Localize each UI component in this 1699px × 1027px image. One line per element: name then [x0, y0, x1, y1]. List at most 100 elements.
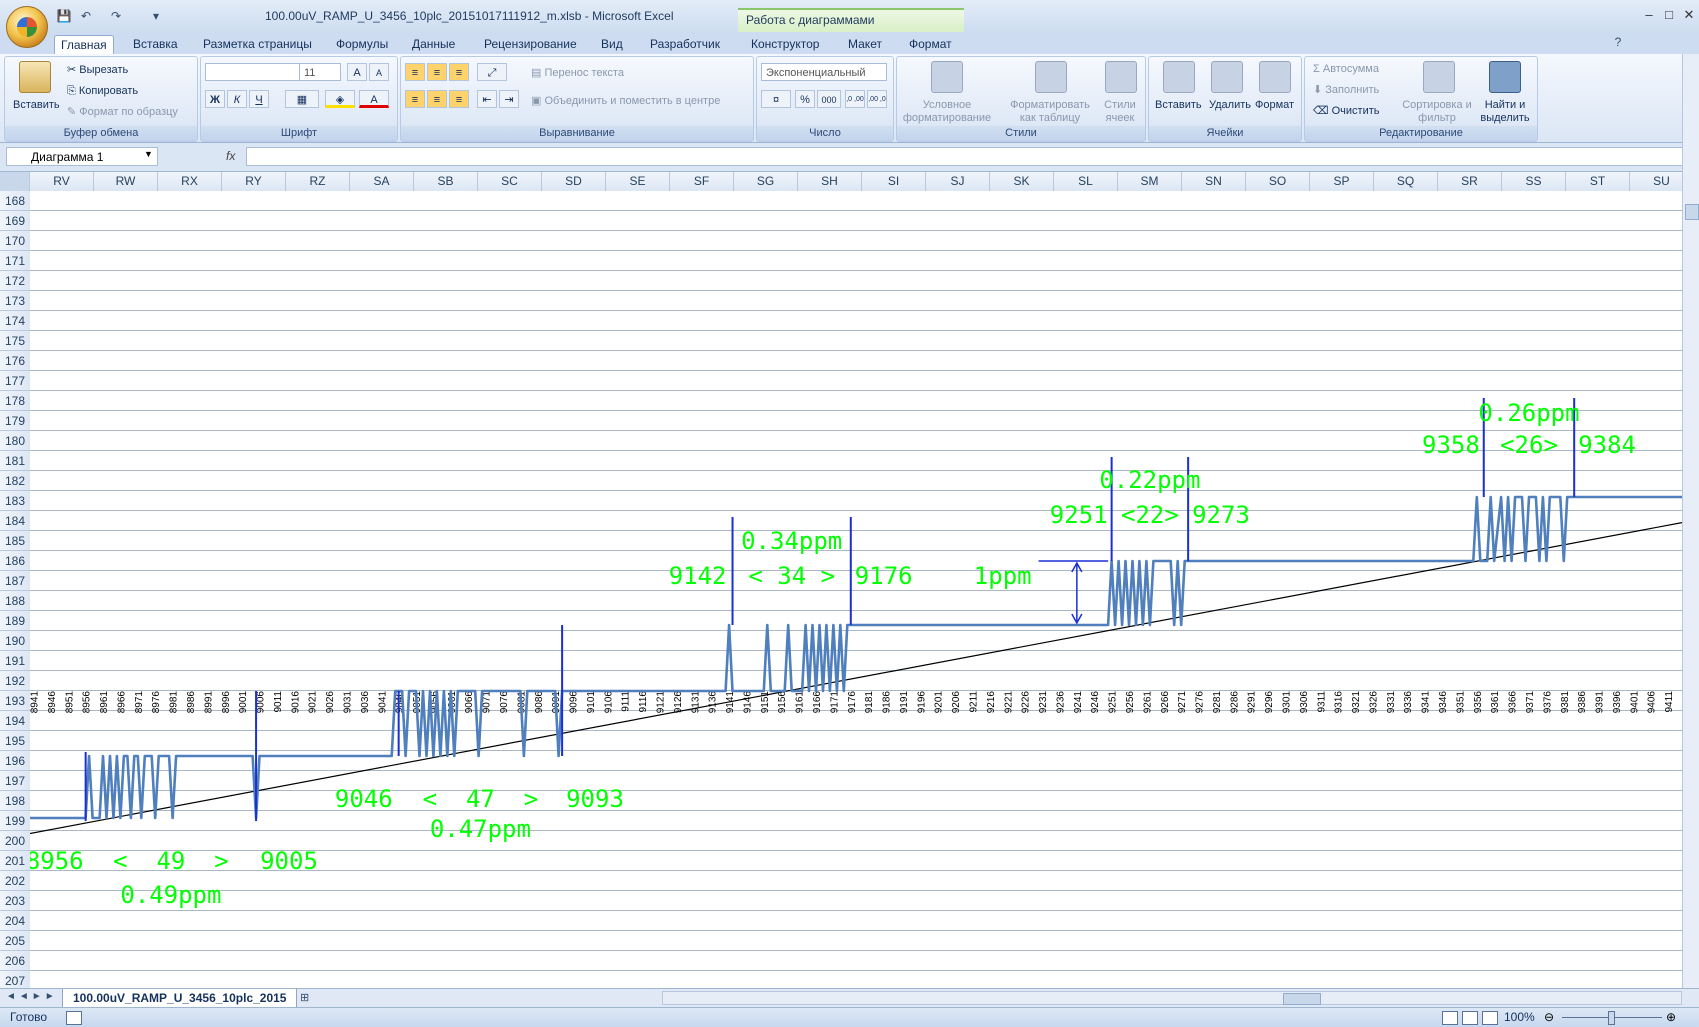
- font-color-button[interactable]: A: [359, 90, 389, 108]
- italic-button[interactable]: К: [227, 90, 247, 108]
- cut-button[interactable]: ✂ Вырезать: [67, 64, 128, 77]
- column-header-sr[interactable]: SR: [1438, 172, 1502, 191]
- row-header-176[interactable]: 176: [0, 351, 30, 371]
- row-header-168[interactable]: 168: [0, 191, 30, 211]
- fx-icon[interactable]: fx: [226, 149, 235, 163]
- sheet-nav-arrows[interactable]: ◄◄►►: [6, 991, 58, 1002]
- row-header-201[interactable]: 201: [0, 851, 30, 871]
- macro-record-icon[interactable]: [66, 1011, 82, 1025]
- tab-insert[interactable]: Вставка: [127, 35, 184, 54]
- zoom-out-icon[interactable]: ⊖: [1544, 1010, 1554, 1024]
- horizontal-scroll-thumb[interactable]: [1283, 993, 1321, 1005]
- tab-data[interactable]: Данные: [406, 35, 461, 54]
- format-as-table-button[interactable]: Форматировать как таблицу: [1007, 99, 1093, 125]
- align-right-button[interactable]: ≡: [449, 90, 469, 108]
- column-header-sg[interactable]: SG: [734, 172, 798, 191]
- row-header-170[interactable]: 170: [0, 231, 30, 251]
- copy-button[interactable]: ⎘ Копировать: [67, 85, 138, 98]
- shrink-font-button[interactable]: A: [369, 63, 389, 81]
- row-header-184[interactable]: 184: [0, 511, 30, 531]
- name-box[interactable]: Диаграмма 1: [6, 147, 158, 166]
- row-header-177[interactable]: 177: [0, 371, 30, 391]
- row-header-175[interactable]: 175: [0, 331, 30, 351]
- row-header-194[interactable]: 194: [0, 711, 30, 731]
- row-header-196[interactable]: 196: [0, 751, 30, 771]
- row-header-205[interactable]: 205: [0, 931, 30, 951]
- row-header-188[interactable]: 188: [0, 591, 30, 611]
- font-name-combo[interactable]: [205, 63, 301, 81]
- row-header-169[interactable]: 169: [0, 211, 30, 231]
- tab-home[interactable]: Главная: [54, 35, 114, 55]
- align-center-button[interactable]: ≡: [427, 90, 447, 108]
- column-header-sc[interactable]: SC: [478, 172, 542, 191]
- bold-button[interactable]: Ж: [205, 90, 225, 108]
- align-bottom-button[interactable]: ≡: [449, 63, 469, 81]
- cell-styles-button[interactable]: Стили ячеек: [1097, 99, 1143, 125]
- row-header-191[interactable]: 191: [0, 651, 30, 671]
- tab-page-layout[interactable]: Разметка страницы: [197, 35, 318, 54]
- customize-qat-icon[interactable]: ▾: [148, 8, 164, 24]
- row-header-171[interactable]: 171: [0, 251, 30, 271]
- column-header-sl[interactable]: SL: [1054, 172, 1118, 191]
- tab-design[interactable]: Конструктор: [745, 35, 825, 54]
- underline-button[interactable]: Ч: [249, 90, 269, 108]
- row-header-202[interactable]: 202: [0, 871, 30, 891]
- column-header-rz[interactable]: RZ: [286, 172, 350, 191]
- row-header-198[interactable]: 198: [0, 791, 30, 811]
- font-size-combo[interactable]: 11: [299, 63, 341, 81]
- zoom-slider-thumb[interactable]: [1608, 1011, 1615, 1025]
- column-header-sj[interactable]: SJ: [926, 172, 990, 191]
- align-left-button[interactable]: ≡: [405, 90, 425, 108]
- conditional-format-button[interactable]: Условное форматирование: [901, 99, 993, 125]
- row-header-199[interactable]: 199: [0, 811, 30, 831]
- row-header-182[interactable]: 182: [0, 471, 30, 491]
- column-header-sq[interactable]: SQ: [1374, 172, 1438, 191]
- row-header-204[interactable]: 204: [0, 911, 30, 931]
- page-layout-view-icon[interactable]: [1462, 1011, 1478, 1025]
- tab-developer[interactable]: Разработчик: [644, 35, 726, 54]
- column-header-so[interactable]: SO: [1246, 172, 1310, 191]
- row-header-185[interactable]: 185: [0, 531, 30, 551]
- column-header-rw[interactable]: RW: [94, 172, 158, 191]
- row-header-179[interactable]: 179: [0, 411, 30, 431]
- row-header-183[interactable]: 183: [0, 491, 30, 511]
- help-icon[interactable]: ?: [1610, 34, 1626, 50]
- row-header-172[interactable]: 172: [0, 271, 30, 291]
- page-break-view-icon[interactable]: [1482, 1011, 1498, 1025]
- decrease-indent-button[interactable]: ⇤: [477, 90, 497, 108]
- tab-layout[interactable]: Макет: [842, 35, 888, 54]
- tab-view[interactable]: Вид: [595, 35, 629, 54]
- column-header-sf[interactable]: SF: [670, 172, 734, 191]
- orientation-button[interactable]: ⤢: [477, 63, 507, 81]
- column-header-sp[interactable]: SP: [1310, 172, 1374, 191]
- row-header-189[interactable]: 189: [0, 611, 30, 631]
- column-header-ss[interactable]: SS: [1502, 172, 1566, 191]
- row-header-181[interactable]: 181: [0, 451, 30, 471]
- close-button[interactable]: ✕: [1680, 6, 1698, 24]
- row-header-206[interactable]: 206: [0, 951, 30, 971]
- column-header-se[interactable]: SE: [606, 172, 670, 191]
- row-header-195[interactable]: 195: [0, 731, 30, 751]
- tab-format[interactable]: Формат: [903, 35, 958, 54]
- column-header-st[interactable]: ST: [1566, 172, 1630, 191]
- row-header-180[interactable]: 180: [0, 431, 30, 451]
- grow-font-button[interactable]: A: [347, 63, 367, 81]
- row-header-192[interactable]: 192: [0, 671, 30, 691]
- column-header-sn[interactable]: SN: [1182, 172, 1246, 191]
- zoom-in-icon[interactable]: ⊕: [1666, 1010, 1676, 1024]
- office-button[interactable]: [6, 6, 48, 48]
- row-header-178[interactable]: 178: [0, 391, 30, 411]
- column-header-rx[interactable]: RX: [158, 172, 222, 191]
- fill-color-button[interactable]: ◈: [325, 90, 355, 108]
- column-header-sm[interactable]: SM: [1118, 172, 1182, 191]
- column-header-ry[interactable]: RY: [222, 172, 286, 191]
- column-header-sb[interactable]: SB: [414, 172, 478, 191]
- tab-formulas[interactable]: Формулы: [330, 35, 394, 54]
- row-header-186[interactable]: 186: [0, 551, 30, 571]
- row-header-203[interactable]: 203: [0, 891, 30, 911]
- thousands-button[interactable]: 000: [817, 90, 841, 108]
- row-header-190[interactable]: 190: [0, 631, 30, 651]
- column-header-sa[interactable]: SA: [350, 172, 414, 191]
- sort-filter-button[interactable]: Сортировка и фильтр: [1401, 99, 1473, 125]
- merge-center-button[interactable]: ▣ Объединить и поместить в центре: [531, 95, 720, 108]
